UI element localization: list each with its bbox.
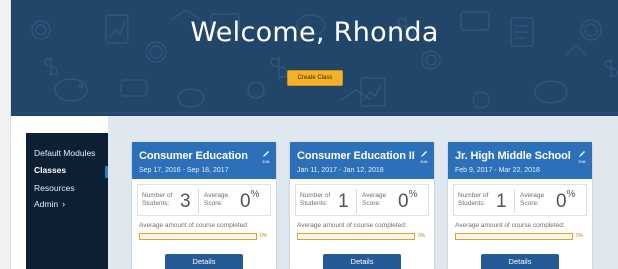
edit-class-button[interactable]: Edit [260,150,272,164]
edit-label: Edit [578,159,586,164]
progress-value: 0% [418,233,426,239]
class-card: Jr. High Middle School Feb 9, 2017 - Mar… [448,142,592,269]
score-label: Average Score: [520,192,545,207]
average-score: 0% [556,189,576,212]
sidebar-item-classes[interactable]: Classes [34,165,66,175]
sidebar-item-default-modules[interactable]: Default Modules [34,148,95,158]
class-card: Consumer Education II Jan 11, 2017 - Jan… [290,142,434,269]
progress-label: Average amount of course completed: [139,222,249,229]
sidebar-item-label: Admin [34,199,59,209]
class-stats-box: Number of Students: 3 Average Score: 0% [137,184,271,216]
edit-class-button[interactable]: Edit [576,150,588,164]
class-card: Consumer Education Sep 17, 2016 - Sep 18… [132,142,276,269]
progress-value: 0% [576,233,584,239]
students-label: Number of Students: [142,192,173,207]
class-card-header: Jr. High Middle School Feb 9, 2017 - Mar… [448,142,592,179]
progress-label: Average amount of course completed: [455,222,565,229]
edit-label: Edit [420,159,428,164]
details-button[interactable]: Details [323,254,401,269]
stats-divider [198,189,199,213]
progress-label: Average amount of course completed: [297,222,407,229]
class-title: Consumer Education [139,150,248,162]
create-class-button[interactable]: Create Class [287,70,343,86]
stats-divider [514,189,515,213]
stats-divider [356,189,357,213]
progress-bar [139,233,257,240]
students-count: 1 [496,191,507,212]
pencil-icon [263,151,269,157]
students-count: 1 [338,191,349,212]
classes-content-area: Consumer Education Sep 17, 2016 - Sep 18… [108,116,618,269]
left-edge-strip [0,0,11,269]
page: Welcome, Rhonda Create Class Default Mod… [0,0,618,269]
details-button[interactable]: Details [481,254,559,269]
score-label: Average Score: [362,192,387,207]
class-stats-box: Number of Students: 1 Average Score: 0% [453,184,587,216]
students-count: 3 [180,191,191,212]
progress-bar [455,233,573,240]
progress-bar [297,233,415,240]
progress-value: 0% [260,233,268,239]
class-dates: Feb 9, 2017 - Mar 22, 2018 [455,167,540,174]
edit-label: Edit [262,159,270,164]
students-label: Number of Students: [300,192,331,207]
edit-class-button[interactable]: Edit [418,150,430,164]
students-label: Number of Students: [458,192,489,207]
sidebar-item-resources[interactable]: Resources [34,183,75,193]
hero-banner: Welcome, Rhonda Create Class [11,0,618,116]
class-dates: Sep 17, 2016 - Sep 18, 2017 [139,167,229,174]
sidebar-item-admin[interactable]: Admin › [34,199,65,209]
chevron-right-icon: › [62,199,66,209]
pencil-icon [579,151,585,157]
class-dates: Jan 11, 2017 - Jan 12, 2018 [297,167,384,174]
score-label: Average Score: [204,192,229,207]
average-score: 0% [398,189,418,212]
class-stats-box: Number of Students: 1 Average Score: 0% [295,184,429,216]
class-card-header: Consumer Education II Jan 11, 2017 - Jan… [290,142,434,179]
pencil-icon [421,151,427,157]
sidebar-nav: Default Modules Classes Resources Admin › [26,133,108,269]
class-title: Consumer Education II [297,150,415,162]
class-card-header: Consumer Education Sep 17, 2016 - Sep 18… [132,142,276,179]
welcome-heading: Welcome, Rhonda [190,17,439,48]
details-button[interactable]: Details [165,254,243,269]
class-title: Jr. High Middle School [455,150,571,162]
average-score: 0% [240,189,260,212]
